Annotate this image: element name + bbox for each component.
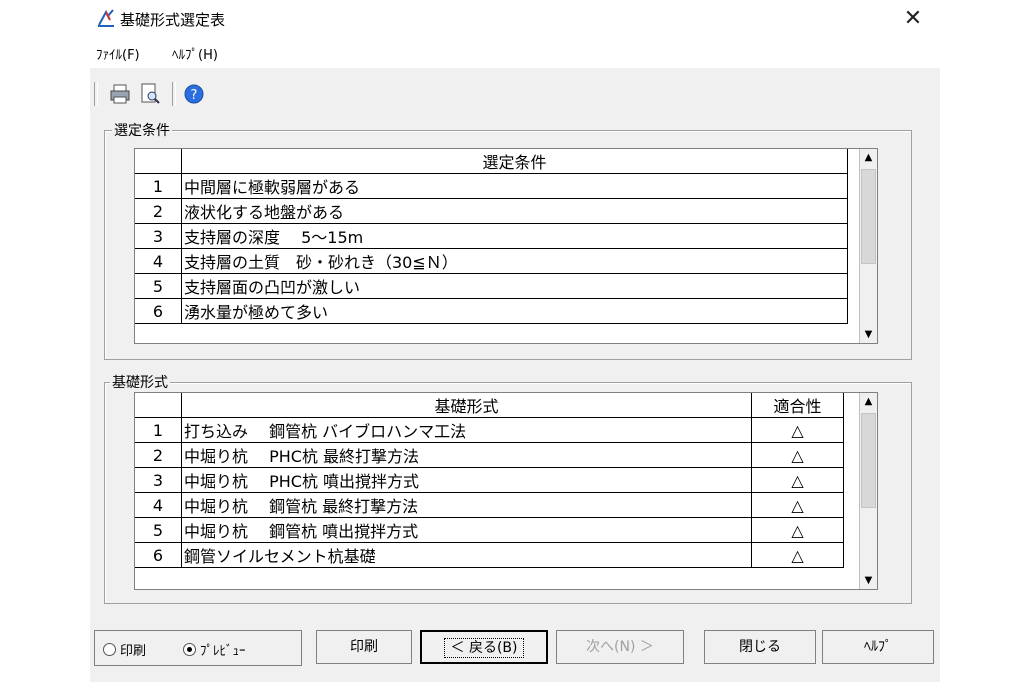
toolbar-separator [94, 82, 98, 106]
row-number: 4 [135, 248, 182, 274]
title-bar: 基礎形式選定表 ✕ [90, 0, 940, 38]
help-button[interactable]: ﾍﾙﾌﾟ [822, 630, 934, 664]
printer-icon[interactable] [108, 82, 132, 106]
suitability-cell[interactable]: △ [751, 442, 844, 468]
table-row[interactable]: 2 液状化する地盤がある [135, 198, 848, 224]
foundation-type-column-header[interactable]: 基礎形式 [181, 393, 752, 418]
output-mode-radio-group: 印刷 ﾌﾟﾚﾋﾞｭｰ [94, 630, 302, 666]
scroll-down-arrow-icon[interactable]: ▼ [860, 326, 877, 343]
radio-print-indicator[interactable] [103, 643, 116, 656]
foundation-type-cell[interactable]: 中堀り杭 PHC杭 最終打撃方法 [181, 442, 752, 468]
conditions-header-row: 選定条件 [135, 149, 848, 174]
table-row[interactable]: 1 中間層に極軟弱層がある [135, 173, 848, 199]
svg-text:?: ? [191, 88, 198, 103]
suitability-cell[interactable]: △ [751, 542, 844, 568]
help-icon[interactable]: ? [182, 82, 206, 106]
condition-cell[interactable]: 中間層に極軟弱層がある [181, 173, 848, 199]
radio-preview[interactable]: ﾌﾟﾚﾋﾞｭｰ [183, 640, 246, 659]
dialog-client-area: ? 選定条件 選定条件 1 中間層に極軟弱層がある 2 液状化する地盤がある 3… [90, 68, 940, 682]
row-number: 3 [135, 467, 182, 493]
window-title: 基礎形式選定表 [120, 11, 226, 29]
bottom-button-bar: 印刷 ﾌﾟﾚﾋﾞｭｰ 印刷 ＜ 戻る(B) 次へ(N) ＞ 閉じる ﾍﾙﾌﾟ [90, 628, 940, 668]
row-number: 2 [135, 442, 182, 468]
condition-cell[interactable]: 支持層面の凸凹が激しい [181, 273, 848, 299]
radio-preview-label: ﾌﾟﾚﾋﾞｭｰ [200, 644, 246, 659]
foundations-group-label: 基礎形式 [110, 372, 170, 392]
condition-cell[interactable]: 支持層の土質 砂・砂れき（30≦Ｎ） [181, 248, 848, 274]
row-number: 6 [135, 542, 182, 568]
row-number: 5 [135, 517, 182, 543]
conditions-grid: 選定条件 1 中間層に極軟弱層がある 2 液状化する地盤がある 3 支持層の深度… [134, 148, 878, 344]
back-button[interactable]: ＜ 戻る(B) [420, 630, 548, 664]
table-row[interactable]: 5 支持層面の凸凹が激しい [135, 273, 848, 299]
toolbar-separator [172, 82, 176, 106]
scroll-down-arrow-icon[interactable]: ▼ [860, 572, 877, 589]
conditions-column-header[interactable]: 選定条件 [181, 149, 848, 174]
suitability-cell[interactable]: △ [751, 467, 844, 493]
foundations-header-row: 基礎形式 適合性 [135, 393, 844, 418]
row-number: 1 [135, 417, 182, 443]
table-row[interactable]: 1 打ち込み 鋼管杭 バイブロハンマ工法 △ [135, 417, 844, 443]
menu-help[interactable]: ﾍﾙﾌﾟ(H) [172, 44, 218, 63]
scroll-up-arrow-icon[interactable]: ▲ [860, 393, 877, 410]
table-row[interactable]: 2 中堀り杭 PHC杭 最終打撃方法 △ [135, 442, 844, 468]
close-window-button[interactable]: ✕ [898, 4, 928, 34]
conditions-scrollbar[interactable]: ▲ ▼ [859, 149, 877, 343]
table-row[interactable]: 6 鋼管ソイルセメント杭基礎 △ [135, 542, 844, 568]
suitability-column-header[interactable]: 適合性 [751, 393, 844, 418]
header-corner [135, 149, 182, 174]
scroll-thumb[interactable] [861, 169, 876, 264]
table-row[interactable]: 4 支持層の土質 砂・砂れき（30≦Ｎ） [135, 248, 848, 274]
foundation-type-cell[interactable]: 打ち込み 鋼管杭 バイブロハンマ工法 [181, 417, 752, 443]
table-row[interactable]: 4 中堀り杭 鋼管杭 最終打撃方法 △ [135, 492, 844, 518]
print-button[interactable]: 印刷 [316, 630, 412, 664]
table-row[interactable]: 5 中堀り杭 鋼管杭 噴出撹拌方式 △ [135, 517, 844, 543]
row-number: 4 [135, 492, 182, 518]
close-button[interactable]: 閉じる [704, 630, 816, 664]
foundation-type-cell[interactable]: 中堀り杭 鋼管杭 噴出撹拌方式 [181, 517, 752, 543]
suitability-cell[interactable]: △ [751, 417, 844, 443]
print-preview-icon[interactable] [138, 82, 162, 106]
row-number: 1 [135, 173, 182, 199]
condition-cell[interactable]: 液状化する地盤がある [181, 198, 848, 224]
header-corner [135, 393, 182, 418]
table-row[interactable]: 3 支持層の深度 5～15m [135, 223, 848, 249]
radio-print[interactable]: 印刷 [103, 640, 146, 659]
scroll-thumb[interactable] [861, 413, 876, 508]
table-row[interactable]: 6 湧水量が極めて多い [135, 298, 848, 324]
radio-preview-indicator[interactable] [183, 643, 196, 656]
row-number: 6 [135, 298, 182, 324]
next-button[interactable]: 次へ(N) ＞ [556, 630, 684, 664]
row-number: 3 [135, 223, 182, 249]
foundation-type-cell[interactable]: 鋼管ソイルセメント杭基礎 [181, 542, 752, 568]
suitability-cell[interactable]: △ [751, 517, 844, 543]
menu-bar: ﾌｧｲﾙ(F) ﾍﾙﾌﾟ(H) [90, 40, 940, 64]
condition-cell[interactable]: 支持層の深度 5～15m [181, 223, 848, 249]
scroll-up-arrow-icon[interactable]: ▲ [860, 149, 877, 166]
toolbar: ? [94, 80, 294, 108]
foundations-scrollbar[interactable]: ▲ ▼ [859, 393, 877, 589]
foundation-type-cell[interactable]: 中堀り杭 鋼管杭 最終打撃方法 [181, 492, 752, 518]
app-icon [98, 9, 114, 27]
foundations-grid: 基礎形式 適合性 1 打ち込み 鋼管杭 バイブロハンマ工法 △ 2 中堀り杭 P… [134, 392, 878, 590]
back-button-label: ＜ 戻る(B) [443, 638, 525, 658]
conditions-group-label: 選定条件 [112, 120, 172, 140]
menu-file[interactable]: ﾌｧｲﾙ(F) [96, 44, 140, 63]
condition-cell[interactable]: 湧水量が極めて多い [181, 298, 848, 324]
row-number: 2 [135, 198, 182, 224]
row-number: 5 [135, 273, 182, 299]
dialog-window: 基礎形式選定表 ✕ ﾌｧｲﾙ(F) ﾍﾙﾌﾟ(H) ? 選定条件 選定条件 1 … [90, 0, 940, 682]
radio-print-label: 印刷 [120, 644, 147, 659]
foundation-type-cell[interactable]: 中堀り杭 PHC杭 噴出撹拌方式 [181, 467, 752, 493]
table-row[interactable]: 3 中堀り杭 PHC杭 噴出撹拌方式 △ [135, 467, 844, 493]
suitability-cell[interactable]: △ [751, 492, 844, 518]
